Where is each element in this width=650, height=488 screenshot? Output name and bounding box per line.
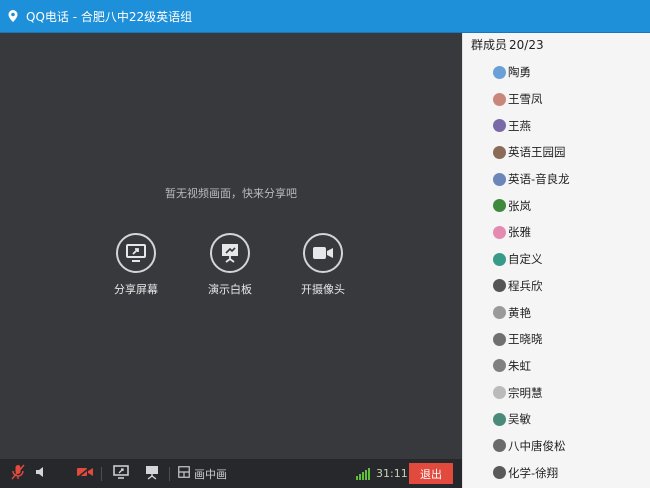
member-list-item[interactable]: 王雪凤 <box>463 86 650 113</box>
mute-mic-button[interactable] <box>8 459 28 488</box>
avatar <box>493 252 506 266</box>
member-list: 陶勇王雪凤王燕英语王园园英语-音良龙 张岚张雅自定义程兵欣黄艳王晓晓朱虹宗明慧吴敏… <box>463 59 650 486</box>
video-stage: 暂无视频画面，快来分享吧 分享屏幕 演示白板 开摄像头 <box>0 33 462 459</box>
avatar <box>493 279 506 293</box>
members-header: 群成员 20/23 <box>471 36 544 53</box>
open-camera-label: 开摄像头 <box>301 283 345 296</box>
member-name: 英语-音良龙 <box>508 172 570 187</box>
member-list-item[interactable]: 张岚 <box>463 192 650 219</box>
member-list-item[interactable]: 陶勇 <box>463 59 650 86</box>
avatar <box>493 439 506 453</box>
avatar <box>493 225 506 239</box>
no-video-hint: 暂无视频画面，快来分享吧 <box>165 187 297 200</box>
member-list-item[interactable]: 自定义 <box>463 246 650 273</box>
member-list-item[interactable]: 吴敏 <box>463 406 650 433</box>
camera-off-icon <box>76 465 94 482</box>
toolbar-divider <box>169 467 170 481</box>
member-name: 程兵欣 <box>508 278 543 293</box>
avatar <box>493 306 506 320</box>
screen-share-icon <box>113 465 129 482</box>
avatar <box>493 92 506 106</box>
avatar <box>493 65 506 79</box>
member-name: 朱虹 <box>508 358 531 373</box>
layout-icon <box>178 466 190 481</box>
member-name: 陶勇 <box>508 65 531 80</box>
member-list-item[interactable]: 黄艳 <box>463 299 650 326</box>
avatar <box>493 145 506 159</box>
whiteboard-icon <box>210 233 250 273</box>
window-title: QQ电话 - 合肥八中22级英语组 <box>26 9 193 24</box>
camera-icon <box>303 233 343 273</box>
member-name: 王晓晓 <box>508 332 543 347</box>
avatar <box>493 172 506 186</box>
avatar <box>493 466 506 480</box>
avatar <box>493 332 506 346</box>
members-count: 20/23 <box>509 38 544 52</box>
members-title: 群成员 <box>471 38 508 52</box>
title-bar: QQ电话 - 合肥八中22级英语组 <box>0 0 650 33</box>
member-name: 英语王园园 <box>508 145 566 160</box>
whiteboard-toolbar-button[interactable] <box>141 459 163 488</box>
member-list-item[interactable]: 张雅 <box>463 219 650 246</box>
avatar <box>493 119 506 133</box>
member-name: 吴敏 <box>508 412 531 427</box>
members-panel: 群成员 20/23 陶勇王雪凤王燕英语王园园英语-音良龙 张岚张雅自定义程兵欣黄艳王… <box>462 33 650 488</box>
member-name: 自定义 <box>508 252 543 267</box>
member-list-item[interactable]: 化学-徐翔 <box>463 459 650 486</box>
member-name: 宗明慧 <box>508 385 543 400</box>
whiteboard-icon <box>144 465 160 483</box>
member-list-item[interactable]: 英语-音良龙 <box>463 166 650 193</box>
picture-in-picture-label: 画中画 <box>194 467 227 481</box>
call-timer: 31:11 <box>376 467 408 480</box>
location-pin-icon <box>6 9 20 23</box>
open-camera-button[interactable]: 开摄像头 <box>288 233 358 297</box>
member-name: 化学-徐翔 <box>508 465 559 480</box>
member-list-item[interactable]: 朱虹 <box>463 353 650 380</box>
member-list-item[interactable]: 英语王园园 <box>463 139 650 166</box>
whiteboard-label: 演示白板 <box>208 283 252 296</box>
member-name: 张雅 <box>508 225 531 240</box>
signal-strength-icon <box>356 468 370 480</box>
member-name: 王雪凤 <box>508 92 543 107</box>
member-list-item[interactable]: 八中唐俊松 <box>463 433 650 460</box>
member-name: 王燕 <box>508 118 531 133</box>
avatar <box>493 412 506 426</box>
camera-toggle-button[interactable] <box>74 459 96 488</box>
screen-share-toolbar-button[interactable] <box>110 459 132 488</box>
share-screen-icon <box>116 233 156 273</box>
share-screen-label: 分享屏幕 <box>114 283 158 296</box>
call-toolbar: 画中画 31:11 退出 <box>0 459 462 488</box>
avatar <box>493 199 506 213</box>
member-name: 张岚 <box>508 198 531 213</box>
exit-button[interactable]: 退出 <box>409 463 453 484</box>
avatar <box>493 359 506 373</box>
member-list-item[interactable]: 程兵欣 <box>463 273 650 300</box>
share-screen-button[interactable]: 分享屏幕 <box>101 233 171 297</box>
member-list-item[interactable]: 王燕 <box>463 112 650 139</box>
speaker-button[interactable] <box>32 459 52 488</box>
speaker-icon <box>35 465 49 482</box>
whiteboard-button[interactable]: 演示白板 <box>195 233 265 297</box>
member-name: 黄艳 <box>508 305 531 320</box>
microphone-muted-icon <box>11 464 25 483</box>
member-list-item[interactable]: 王晓晓 <box>463 326 650 353</box>
member-name: 八中唐俊松 <box>508 438 566 453</box>
avatar <box>493 386 506 400</box>
toolbar-divider <box>101 467 102 481</box>
picture-in-picture-button[interactable]: 画中画 <box>178 459 234 488</box>
member-list-item[interactable]: 宗明慧 <box>463 379 650 406</box>
